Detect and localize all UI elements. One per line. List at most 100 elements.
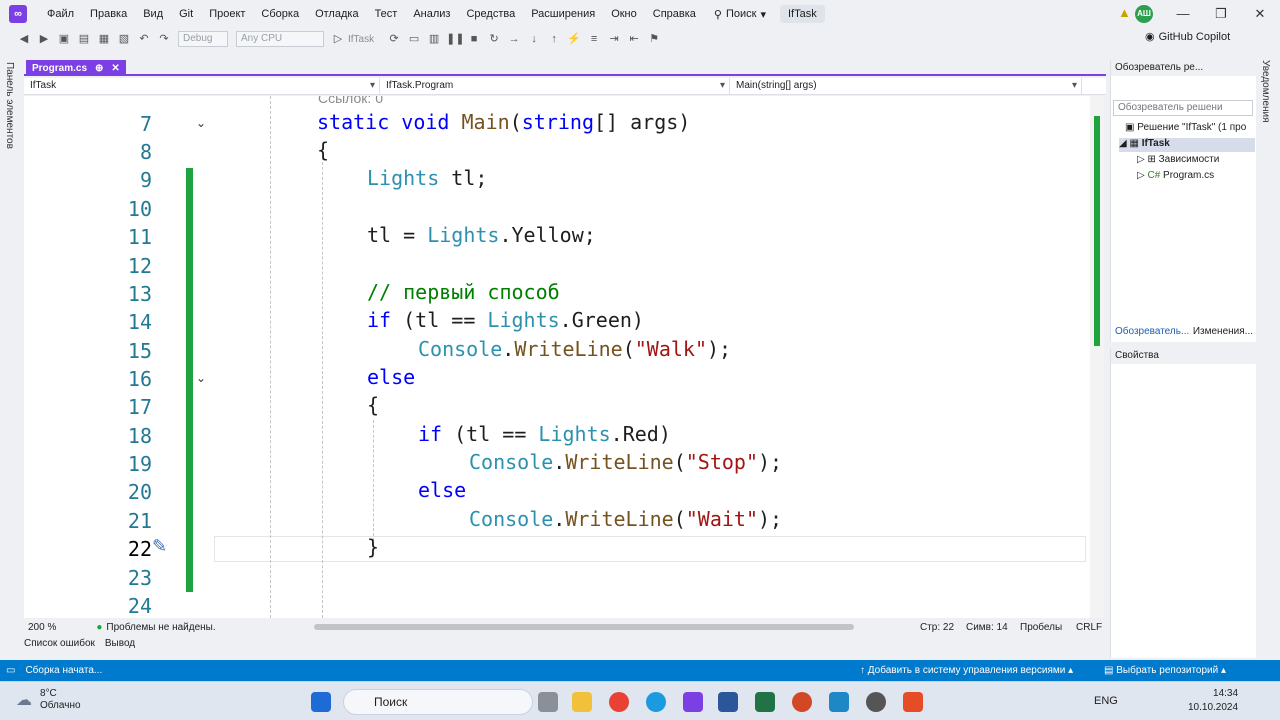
weather-temp: 8°C	[40, 688, 57, 699]
open-folder-icon[interactable]: ▤	[76, 31, 92, 47]
menu-view[interactable]: Вид	[135, 8, 171, 20]
redo-icon[interactable]: ↷	[156, 31, 172, 47]
tree-item-dependencies[interactable]: ▷ ⊞ Зависимости	[1137, 154, 1219, 165]
close-icon[interactable]: ✕	[111, 63, 119, 74]
line-indicator[interactable]: Стр: 22	[920, 622, 954, 633]
scrollbar-thumb[interactable]	[314, 624, 854, 630]
outdent-icon[interactable]: ⇤	[626, 31, 642, 47]
avatar[interactable]: АШ	[1135, 5, 1153, 23]
chrome-icon[interactable]	[609, 692, 629, 712]
visual-studio-logo-icon[interactable]: ∞	[9, 5, 27, 23]
github-copilot-button[interactable]: ◉ GitHub Copilot	[1145, 30, 1230, 44]
editor-vertical-scrollbar[interactable]	[1090, 96, 1104, 618]
project-dropdown[interactable]: IfTask ▾	[24, 78, 380, 95]
member-dropdown[interactable]: Main(string[] args) ▾	[730, 78, 1082, 95]
bookmark-icon[interactable]: ⚑	[646, 31, 662, 47]
search-menu[interactable]: ⚲ Поиск ▾	[714, 8, 766, 21]
menu-help[interactable]: Справка	[645, 8, 704, 20]
notifications-label[interactable]: Уведомления	[1260, 60, 1271, 123]
tree-item-project[interactable]: ◢ ▦ IfTask	[1119, 138, 1255, 152]
weather-widget[interactable]: ☁ 8°C Облачно	[16, 688, 81, 712]
undo-icon[interactable]: ↶	[136, 31, 152, 47]
step-icon[interactable]: →	[506, 31, 522, 47]
pause-icon[interactable]: ❚❚	[446, 31, 464, 47]
menu-test[interactable]: Тест	[367, 8, 406, 20]
tab-solution-explorer[interactable]: Обозреватель...	[1115, 326, 1189, 337]
powerpoint-icon[interactable]	[792, 692, 812, 712]
add-source-control-button[interactable]: ↑ Добавить в систему управления версиями…	[860, 665, 1073, 676]
horizontal-scrollbar[interactable]	[314, 624, 894, 630]
pin-icon[interactable]: ⊕	[95, 63, 103, 74]
menu-analyze[interactable]: Анализ	[405, 8, 458, 20]
menu-window[interactable]: Окно	[603, 8, 645, 20]
close-window-button[interactable]: ✕	[1245, 4, 1275, 24]
back-icon[interactable]: ◀	[16, 31, 32, 47]
edge-icon[interactable]	[646, 692, 666, 712]
line-ending-indicator[interactable]: CRLF	[1076, 622, 1102, 633]
comment-icon[interactable]: ≡	[586, 31, 602, 47]
menu-extensions[interactable]: Расширения	[523, 8, 603, 20]
restart-icon[interactable]: ↻	[486, 31, 502, 47]
scrollbar-thumb[interactable]	[1094, 116, 1100, 346]
toolbox-strip[interactable]: Панель элементов	[0, 58, 20, 658]
tab-program-cs[interactable]: Program.cs ⊕ ✕	[26, 60, 126, 76]
layout-icon[interactable]: ▥	[426, 31, 442, 47]
menu-build[interactable]: Сборка	[253, 8, 307, 20]
clock-date: 10.10.2024	[1188, 702, 1239, 713]
menu-debug[interactable]: Отладка	[307, 8, 366, 20]
run-target-label[interactable]: IfTask	[348, 34, 374, 45]
maximize-button[interactable]: ❐	[1206, 4, 1236, 24]
configuration-select[interactable]: Debug	[178, 31, 228, 47]
excel-icon[interactable]	[755, 692, 775, 712]
run-icon[interactable]: ▷	[330, 31, 346, 47]
warning-icon[interactable]: ▲	[1118, 6, 1132, 20]
browse-icon[interactable]: ▭	[406, 31, 422, 47]
step-out-icon[interactable]: ↑	[546, 31, 562, 47]
tab-git-changes[interactable]: Изменения...	[1193, 326, 1253, 337]
column-indicator[interactable]: Симв: 14	[966, 622, 1008, 633]
start-icon[interactable]	[311, 692, 331, 712]
zoom-select[interactable]: 200 %	[28, 622, 56, 633]
hot-reload-icon[interactable]: ⚡	[566, 31, 582, 47]
tab-output[interactable]: Вывод	[105, 638, 135, 654]
save-all-icon[interactable]: ▧	[116, 31, 132, 47]
save-icon[interactable]: ▦	[96, 31, 112, 47]
string-literal: "Stop"	[685, 450, 759, 474]
task-view-icon[interactable]	[538, 692, 558, 712]
language-indicator[interactable]: ENG	[1094, 695, 1118, 707]
code-editor[interactable]: Ссылок: 0 ⌄ ⌄ ✎ 7 8 9 10 11 12 13 14 15 …	[24, 96, 1090, 618]
taskbar-search[interactable]: Поиск	[343, 689, 533, 715]
new-item-icon[interactable]: ▣	[56, 31, 72, 47]
file-explorer-icon[interactable]	[572, 692, 592, 712]
menu-git[interactable]: Git	[171, 8, 201, 20]
step-into-icon[interactable]: ↓	[526, 31, 542, 47]
references-codelens[interactable]: Ссылок: 0	[318, 96, 383, 106]
menu-tools[interactable]: Средства	[458, 8, 523, 20]
collapse-icon[interactable]: ⌄	[196, 116, 206, 130]
tree-item-solution[interactable]: ▣ Решение "IfTask" (1 про	[1125, 122, 1246, 133]
html-file-icon[interactable]	[903, 692, 923, 712]
forward-icon[interactable]: ▶	[36, 31, 52, 47]
collapse-icon[interactable]: ⌄	[196, 371, 206, 385]
menu-project[interactable]: Проект	[201, 8, 253, 20]
menu-file[interactable]: Файл	[39, 8, 82, 20]
visual-studio-icon[interactable]	[683, 692, 703, 712]
solution-search-input[interactable]: Обозреватель решени	[1113, 100, 1253, 116]
menu-edit[interactable]: Правка	[82, 8, 135, 20]
tree-item-program-cs[interactable]: ▷ C# Program.cs	[1137, 170, 1214, 181]
minimize-button[interactable]: —	[1168, 4, 1198, 24]
issues-label[interactable]: Проблемы не найдены.	[106, 622, 215, 633]
calculator-icon[interactable]	[829, 692, 849, 712]
attach-icon[interactable]: ⟳	[386, 31, 402, 47]
platform-select[interactable]: Any CPU	[236, 31, 324, 47]
clock[interactable]: 14:34 10.10.2024	[1188, 687, 1238, 715]
quick-actions-icon[interactable]: ✎	[152, 536, 167, 557]
whitespace-indicator[interactable]: Пробелы	[1020, 622, 1062, 633]
tab-error-list[interactable]: Список ошибок	[24, 638, 95, 654]
settings-icon[interactable]	[866, 692, 886, 712]
word-icon[interactable]	[718, 692, 738, 712]
stop-icon[interactable]: ■	[466, 31, 482, 47]
type-dropdown[interactable]: IfTask.Program ▾	[380, 78, 730, 95]
select-repository-button[interactable]: ▤ Выбрать репозиторий ▴	[1104, 665, 1226, 676]
indent-icon[interactable]: ⇥	[606, 31, 622, 47]
